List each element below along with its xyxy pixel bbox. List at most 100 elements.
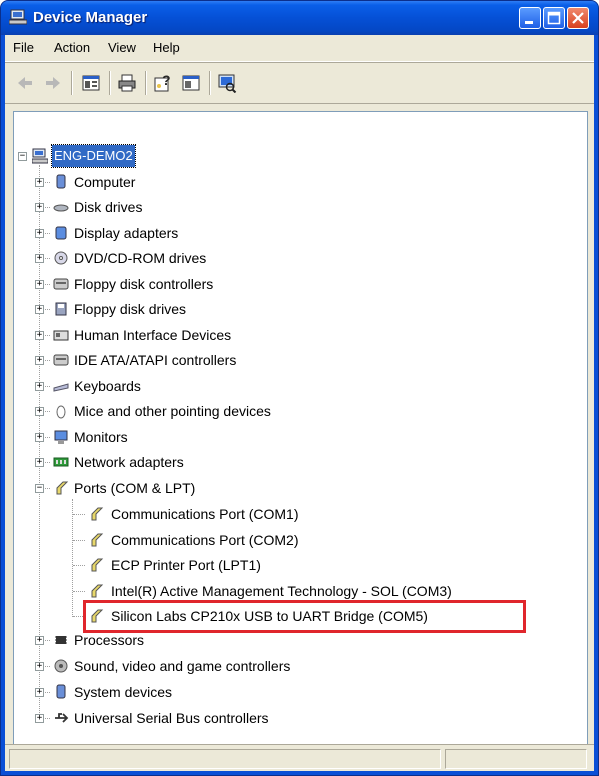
device-manager-icon	[9, 9, 27, 25]
menu-file[interactable]: File	[13, 40, 34, 55]
expand-icon[interactable]: +	[35, 636, 44, 645]
expand-icon[interactable]: +	[35, 688, 44, 697]
tree-port-item[interactable]: Intel(R) Active Management Technology - …	[14, 580, 574, 602]
expand-icon[interactable]: +	[35, 407, 44, 416]
help-icon[interactable]: ?	[153, 73, 173, 93]
expand-icon[interactable]: +	[35, 356, 44, 365]
keyboard-icon	[53, 383, 69, 392]
tree-category-sound[interactable]: + Sound, video and game controllers	[14, 655, 574, 677]
tree-category-monitor[interactable]: + Monitors	[14, 426, 574, 448]
tree-port-item[interactable]: Communications Port (COM2)	[14, 529, 574, 551]
category-label: DVD/CD-ROM drives	[74, 250, 207, 266]
expand-icon[interactable]: +	[35, 254, 44, 263]
maximize-button[interactable]	[543, 7, 565, 29]
dvd-drive-icon	[54, 251, 68, 265]
expand-icon[interactable]: +	[35, 331, 44, 340]
svg-text:?: ?	[162, 73, 171, 88]
expand-icon[interactable]: +	[35, 662, 44, 671]
expand-icon[interactable]: +	[35, 433, 44, 442]
menu-view[interactable]: View	[108, 40, 136, 55]
monitor-icon	[54, 430, 68, 444]
collapse-icon[interactable]: −	[35, 484, 44, 493]
port-label: Intel(R) Active Management Technology - …	[111, 583, 452, 599]
menu-action[interactable]: Action	[54, 40, 90, 55]
minimize-button[interactable]	[519, 7, 541, 29]
toolbar-separator	[71, 71, 73, 95]
category-label: Computer	[74, 174, 136, 190]
expand-icon[interactable]: +	[35, 203, 44, 212]
tree-category-port[interactable]: − Ports (COM & LPT)	[14, 477, 574, 499]
category-label: Universal Serial Bus controllers	[74, 710, 269, 726]
collapse-icon[interactable]: −	[18, 152, 27, 161]
category-label: Floppy disk controllers	[74, 276, 214, 292]
tree-connector	[73, 514, 85, 515]
tree-category-mouse[interactable]: + Mice and other pointing devices	[14, 400, 574, 422]
category-label: Ports (COM & LPT)	[74, 480, 196, 496]
toolbar: ?	[5, 62, 594, 104]
title-bar[interactable]: Device Manager	[1, 1, 598, 35]
expand-icon[interactable]: +	[35, 305, 44, 314]
toolbar-separator	[109, 71, 111, 95]
port-label: Communications Port (COM2)	[111, 532, 299, 548]
forward-icon[interactable]	[43, 73, 63, 93]
tree-category-computer[interactable]: + Computer	[14, 171, 574, 193]
sound-icon	[54, 659, 68, 673]
category-label: Keyboards	[74, 378, 141, 394]
tree-port-item[interactable]: Communications Port (COM1)	[14, 503, 574, 525]
scan-hardware-icon[interactable]	[217, 73, 237, 93]
category-label: Monitors	[74, 429, 128, 445]
port-icon	[91, 558, 104, 572]
window-title: Device Manager	[33, 9, 148, 26]
tree-category-network-adapter[interactable]: + Network adapters	[14, 451, 574, 473]
expand-icon[interactable]: +	[35, 178, 44, 187]
back-icon[interactable]	[15, 73, 35, 93]
minimize-icon	[525, 21, 533, 24]
floppy-controller-icon	[53, 278, 69, 290]
tree-category-disk-drive[interactable]: + Disk drives	[14, 196, 574, 218]
tree-category-floppy-drive[interactable]: + Floppy disk drives	[14, 298, 574, 320]
tree-connector	[73, 540, 85, 541]
status-panel	[9, 749, 441, 769]
computer-icon	[56, 174, 66, 189]
status-panel	[445, 749, 587, 769]
expand-icon[interactable]: +	[35, 714, 44, 723]
toolbar-separator	[145, 71, 147, 95]
hid-icon	[53, 330, 69, 341]
window-client: File Action View Help ? − ENG-DEMO2 + Co…	[5, 35, 594, 771]
expand-icon[interactable]: +	[35, 382, 44, 391]
properties-icon[interactable]	[81, 73, 101, 93]
category-label: IDE ATA/ATAPI controllers	[74, 352, 237, 368]
category-label: System devices	[74, 684, 173, 700]
expand-icon[interactable]: +	[35, 280, 44, 289]
root-label: ENG-DEMO2	[51, 144, 136, 168]
expand-icon[interactable]: +	[35, 229, 44, 238]
tree-category-system-device[interactable]: + System devices	[14, 681, 574, 703]
network-adapter-icon	[53, 457, 69, 467]
tree-category-hid[interactable]: + Human Interface Devices	[14, 324, 574, 346]
toolbar-separator	[209, 71, 211, 95]
device-tree[interactable]: − ENG-DEMO2 + Computer + Disk drives + Displa…	[13, 111, 588, 747]
tree-category-display-adapter[interactable]: + Display adapters	[14, 222, 574, 244]
tree-category-dvd-drive[interactable]: + DVD/CD-ROM drives	[14, 247, 574, 269]
tree-connector	[73, 591, 85, 592]
tree-port-item[interactable]: ECP Printer Port (LPT1)	[14, 554, 574, 576]
tree-category-ide-controller[interactable]: + IDE ATA/ATAPI controllers	[14, 349, 574, 371]
expand-icon[interactable]: +	[35, 458, 44, 467]
ide-controller-icon	[53, 354, 69, 366]
close-icon	[572, 12, 584, 24]
print-icon[interactable]	[117, 73, 137, 93]
category-label: Floppy disk drives	[74, 301, 187, 317]
close-button[interactable]	[567, 7, 589, 29]
tree-root[interactable]: − ENG-DEMO2	[14, 144, 574, 168]
maximize-icon	[547, 11, 561, 25]
display-adapter-icon	[55, 226, 67, 240]
floppy-drive-icon	[55, 302, 67, 316]
computer-icon	[32, 148, 48, 164]
tree-category-floppy-controller[interactable]: + Floppy disk controllers	[14, 273, 574, 295]
tree-category-keyboard[interactable]: + Keyboards	[14, 375, 574, 397]
category-label: Display adapters	[74, 225, 179, 241]
tree-category-usb[interactable]: + Universal Serial Bus controllers	[14, 707, 574, 729]
menu-help[interactable]: Help	[153, 40, 180, 55]
processor-icon	[55, 636, 67, 644]
view-icon[interactable]	[181, 73, 201, 93]
